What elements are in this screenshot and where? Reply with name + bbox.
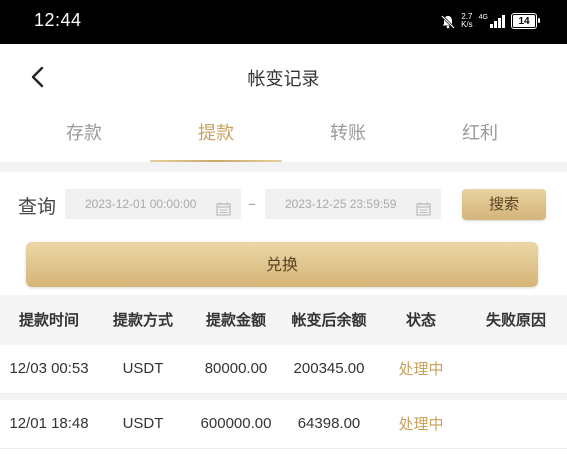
battery-level: 14 [518,15,530,27]
status-badge: 处理中 [398,360,444,378]
net-speed: 2.7 K/s [461,13,473,29]
cell-amount: 600000.00 [200,415,272,432]
tab-transfer[interactable]: 转账 [282,106,414,162]
date-separator: – [248,194,256,213]
signal-icon: 4G [479,14,505,28]
net-speed-unit: K/s [461,20,473,29]
cell-reason [470,345,562,393]
page-title: 帐变记录 [247,69,320,90]
column-header-balance: 帐变后余额 [291,311,367,329]
tab-withdraw[interactable]: 提款 [150,106,282,163]
tab-bonus[interactable]: 红利 [414,106,546,162]
status-time: 12:44 [34,10,82,30]
cell-balance: 64398.00 [297,415,361,432]
column-header-amount: 提款金额 [205,311,266,329]
search-button[interactable]: 搜索 [462,189,546,220]
cell-balance: 200345.00 [293,360,365,377]
cell-time: 12/01 18:48 [9,415,89,432]
tab-bar: 存款 提款 转账 红利 [0,106,567,163]
status-bar: 12:44 2.7 K/s 4G 14 [0,0,567,44]
table-header: 提款时间 提款方式 提款金额 帐变后余额 状态 失败原因 [0,295,567,345]
network-type: 4G [478,14,488,21]
end-date-field[interactable]: 2023-12-25 23:59:59 [265,189,441,219]
status-icons: 2.7 K/s 4G 14 [441,11,540,31]
end-date-value: 2023-12-25 23:59:59 [285,197,397,211]
table-row: 12/03 00:53 USDT 80000.00 200345.00 处理中 [0,345,567,394]
divider [0,162,567,172]
column-header-status: 状态 [405,311,436,329]
start-date-field[interactable]: 2023-12-01 00:00:00 [65,189,241,219]
cell-amount: 80000.00 [204,360,268,377]
start-date-value: 2023-12-01 00:00:00 [85,197,197,211]
battery-icon: 14 [511,13,540,29]
calendar-icon [416,197,431,216]
status-badge: 处理中 [398,415,444,433]
exchange-button[interactable]: 兑换 [26,242,538,287]
column-header-time: 提款时间 [18,311,79,329]
calendar-icon [216,197,231,216]
query-row: 查询 2023-12-01 00:00:00 – 2023-12-25 23:5… [0,172,567,234]
column-header-reason: 失败原因 [485,311,546,329]
table-row: 12/01 18:48 USDT 600000.00 64398.00 处理中 [0,400,567,449]
cell-reason [470,400,562,448]
column-header-method: 提款方式 [112,311,173,329]
cell-time: 12/03 00:53 [9,360,89,377]
header: 帐变记录 [0,44,567,106]
tab-deposit[interactable]: 存款 [18,106,150,162]
query-label: 查询 [18,196,57,218]
cell-method: USDT [122,415,164,432]
cell-method: USDT [122,360,164,377]
mute-icon [441,14,455,29]
